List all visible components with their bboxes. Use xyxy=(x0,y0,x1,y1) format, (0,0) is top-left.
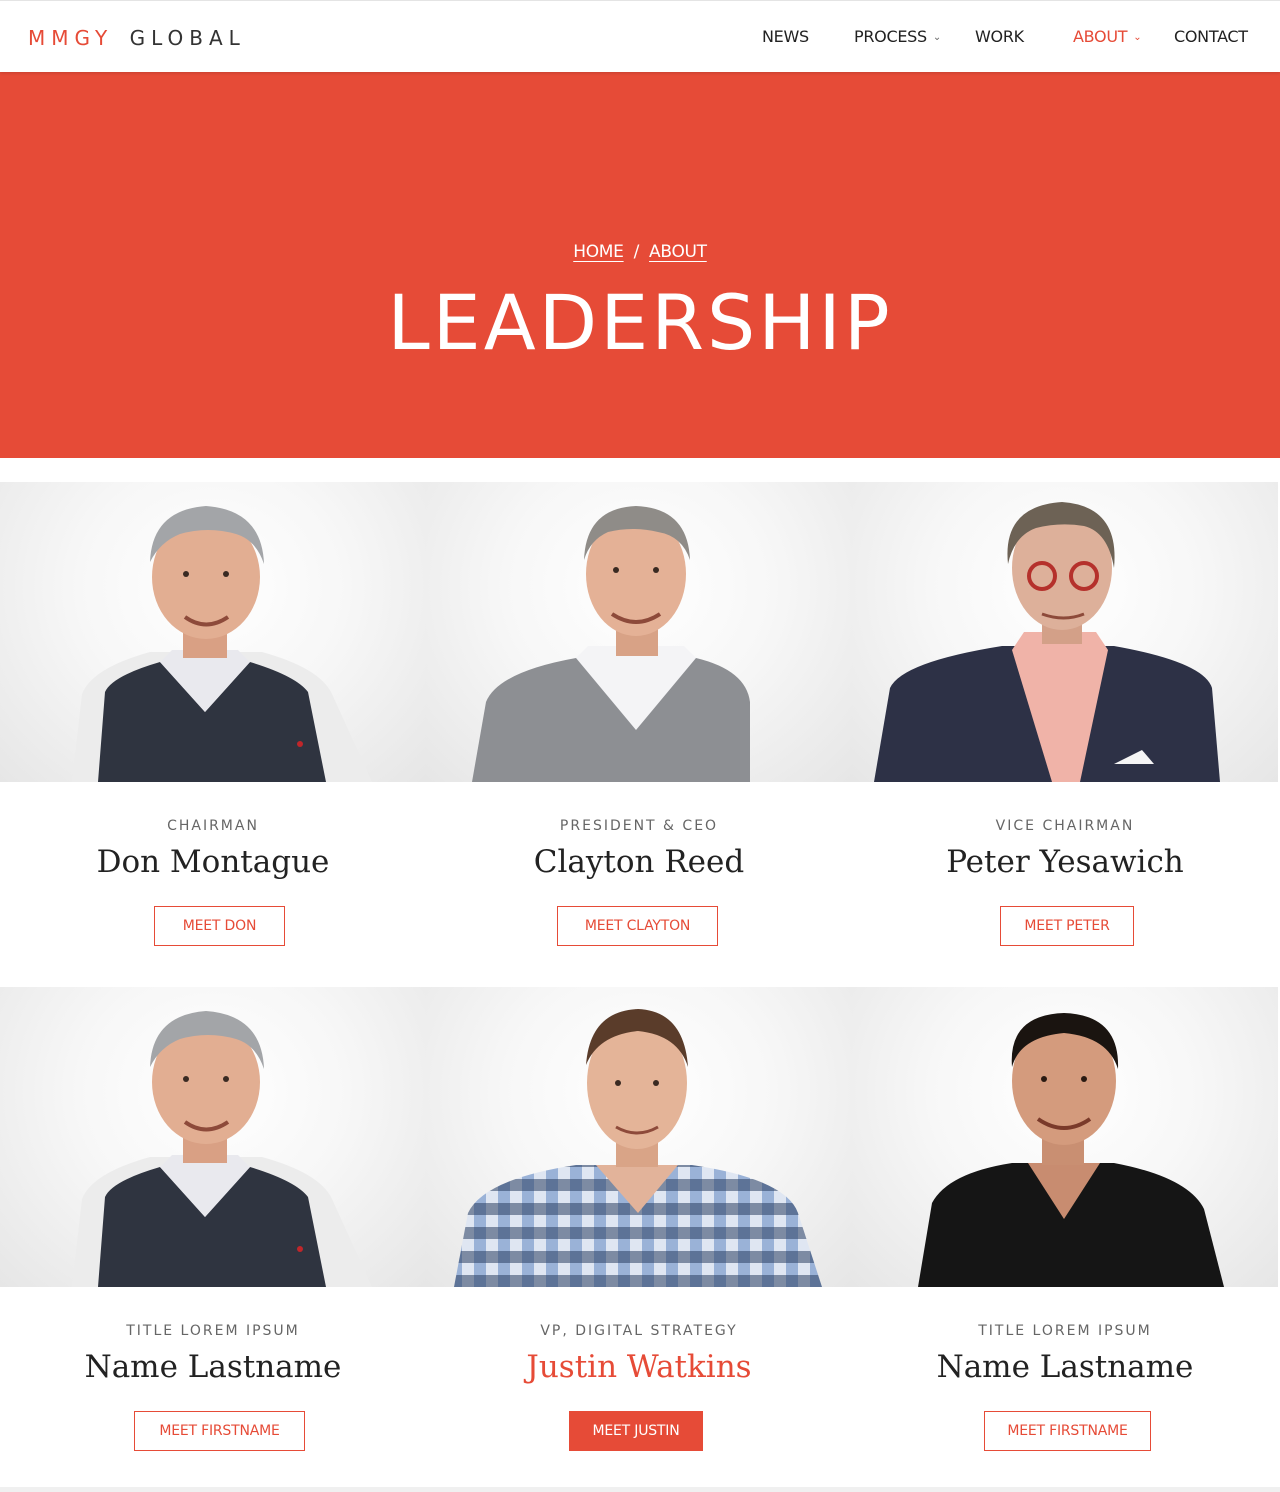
nav-news[interactable]: NEWS xyxy=(762,27,809,46)
meet-don-button[interactable]: MEET DON xyxy=(154,906,285,946)
nav-process-label: PROCESS xyxy=(854,27,927,46)
leader-role: VICE CHAIRMAN xyxy=(995,818,1135,834)
chevron-down-icon: ⌄ xyxy=(932,32,941,43)
main-nav: NEWS PROCESS ⌄ WORK ABOUT ⌄ CONTACT xyxy=(0,27,1280,51)
meet-justin-button[interactable]: MEET JUSTIN xyxy=(569,1411,703,1451)
leader-name[interactable]: Don Montague xyxy=(0,844,426,880)
nav-news-label: NEWS xyxy=(762,27,809,46)
leader-card: VP, DIGITAL STRATEGY Justin Watkins MEET… xyxy=(426,987,852,1492)
nav-contact-label: CONTACT xyxy=(1174,27,1248,46)
leader-photo[interactable] xyxy=(0,987,426,1287)
leadership-row: CHAIRMAN Don Montague MEET DON PRESIDENT… xyxy=(0,482,1280,987)
leader-role: PRESIDENT & CEO xyxy=(559,818,719,834)
leader-photo[interactable] xyxy=(426,987,852,1287)
breadcrumb-separator: / xyxy=(633,242,640,262)
leader-card: VICE CHAIRMAN Peter Yesawich MEET PETER xyxy=(852,482,1278,987)
leader-info: TITLE LOREM IPSUM Name Lastname MEET FIR… xyxy=(852,1287,1278,1492)
page-footer-edge xyxy=(0,1487,1280,1492)
nav-work[interactable]: WORK xyxy=(975,27,1024,46)
meet-firstname-button[interactable]: MEET FIRSTNAME xyxy=(984,1411,1151,1451)
leader-card: TITLE LOREM IPSUM Name Lastname MEET FIR… xyxy=(852,987,1278,1492)
leadership-row: TITLE LOREM IPSUM Name Lastname MEET FIR… xyxy=(0,987,1280,1492)
leader-photo[interactable] xyxy=(426,482,852,782)
portrait-illustration xyxy=(874,502,1220,782)
page-title: LEADERSHIP xyxy=(387,278,893,367)
chevron-down-icon: ⌄ xyxy=(1133,32,1142,43)
leader-role: CHAIRMAN xyxy=(167,818,259,834)
leader-info: PRESIDENT & CEO Clayton Reed MEET CLAYTO… xyxy=(426,782,852,987)
leader-card: TITLE LOREM IPSUM Name Lastname MEET FIR… xyxy=(0,987,426,1492)
leader-info: VP, DIGITAL STRATEGY Justin Watkins MEET… xyxy=(426,1287,852,1492)
nav-contact[interactable]: CONTACT xyxy=(1174,27,1248,46)
breadcrumb: HOME / ABOUT xyxy=(0,242,1280,262)
breadcrumb-about-link[interactable]: ABOUT xyxy=(649,242,707,262)
nav-work-label: WORK xyxy=(975,27,1024,46)
leader-name[interactable]: Name Lastname xyxy=(0,1349,426,1385)
portrait-illustration xyxy=(918,1013,1224,1287)
portrait-illustration xyxy=(72,1011,372,1287)
portrait-illustration xyxy=(454,1009,822,1287)
breadcrumb-home-link[interactable]: HOME xyxy=(573,242,624,262)
section-spacer xyxy=(0,458,1280,482)
portrait-illustration xyxy=(72,506,372,782)
leader-role: TITLE LOREM IPSUM xyxy=(126,1323,300,1339)
portrait-illustration xyxy=(472,506,750,782)
leader-name[interactable]: Clayton Reed xyxy=(426,844,852,880)
leader-name[interactable]: Justin Watkins xyxy=(426,1349,852,1385)
leader-photo[interactable] xyxy=(0,482,426,782)
leader-photo[interactable] xyxy=(852,482,1278,782)
meet-clayton-button[interactable]: MEET CLAYTON xyxy=(557,906,718,946)
meet-peter-button[interactable]: MEET PETER xyxy=(1000,906,1134,946)
leader-role: TITLE LOREM IPSUM xyxy=(978,1323,1152,1339)
leader-info: TITLE LOREM IPSUM Name Lastname MEET FIR… xyxy=(0,1287,426,1492)
leader-card: CHAIRMAN Don Montague MEET DON xyxy=(0,482,426,987)
leader-info: CHAIRMAN Don Montague MEET DON xyxy=(0,782,426,987)
hero-banner: HOME / ABOUT LEADERSHIP xyxy=(0,72,1280,458)
leader-name[interactable]: Name Lastname xyxy=(852,1349,1278,1385)
leader-photo[interactable] xyxy=(852,987,1278,1287)
meet-firstname-button[interactable]: MEET FIRSTNAME xyxy=(134,1411,305,1451)
site-header: MMGY GLOBAL NEWS PROCESS ⌄ WORK ABOUT ⌄ CO… xyxy=(0,0,1280,72)
nav-process[interactable]: PROCESS ⌄ xyxy=(854,27,941,46)
leader-info: VICE CHAIRMAN Peter Yesawich MEET PETER xyxy=(852,782,1278,987)
leader-name[interactable]: Peter Yesawich xyxy=(852,844,1278,880)
leader-card: PRESIDENT & CEO Clayton Reed MEET CLAYTO… xyxy=(426,482,852,987)
nav-about[interactable]: ABOUT ⌄ xyxy=(1073,27,1142,46)
nav-about-label: ABOUT xyxy=(1073,27,1128,46)
leader-role: VP, DIGITAL STRATEGY xyxy=(540,1323,738,1339)
